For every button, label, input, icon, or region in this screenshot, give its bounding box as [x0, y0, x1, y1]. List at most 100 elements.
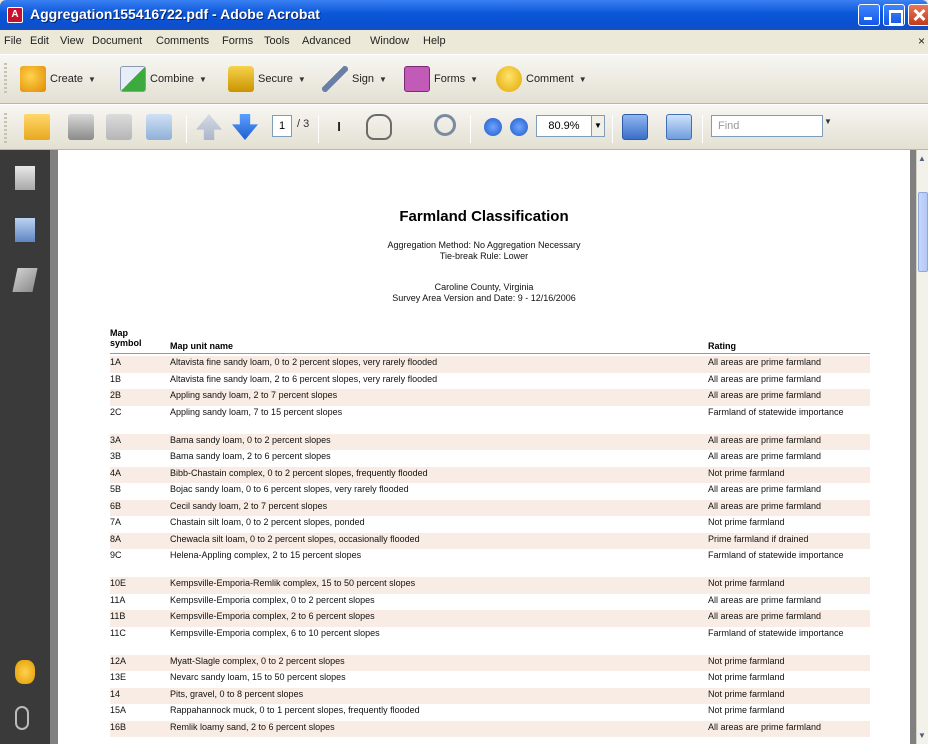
forms-button[interactable]: Forms ▼ [404, 65, 478, 93]
toolbar-grip[interactable] [4, 63, 7, 93]
map-symbol-cell: 12A [110, 655, 127, 666]
rating-cell: Farmland of statewide importance [708, 550, 844, 560]
table-row: 9C Helena-Appling complex, 2 to 15 percen… [110, 549, 870, 577]
zoom-tool-icon[interactable] [434, 114, 456, 136]
map-unit-name-cell: Nevarc sandy loam, 15 to 50 percent slop… [170, 672, 346, 682]
map-symbol-cell: 2B [110, 390, 122, 400]
combine-icon [120, 66, 146, 92]
select-text-icon[interactable]: I [326, 114, 352, 140]
menu-bar: File Edit View Document Comments Forms T… [0, 30, 928, 54]
hand-tool-icon[interactable] [366, 114, 392, 140]
previous-page-icon[interactable] [196, 114, 222, 140]
chevron-down-icon[interactable]: ▼ [591, 115, 605, 137]
pages-icon[interactable] [15, 166, 35, 190]
create-button[interactable]: Create ▼ [20, 65, 96, 93]
menu-advanced[interactable]: Advanced [302, 35, 351, 47]
map-symbol-cell: 15A [110, 705, 127, 715]
zoom-input[interactable]: 80.9% [536, 115, 592, 137]
secure-button[interactable]: Secure ▼ [228, 65, 306, 93]
signatures-icon[interactable] [12, 268, 38, 292]
minimize-button[interactable] [858, 4, 880, 26]
menu-edit[interactable]: Edit [30, 35, 49, 47]
fit-width-icon[interactable] [622, 114, 648, 140]
menu-file[interactable]: File [4, 35, 22, 47]
combine-button[interactable]: Combine ▼ [120, 65, 207, 93]
fit-page-icon[interactable] [666, 114, 692, 140]
navigation-pane [0, 150, 50, 744]
toolbar-separator [702, 115, 703, 143]
soil-table: 1A Altavista fine sandy loam, 0 to 2 perc… [110, 356, 870, 737]
next-page-icon[interactable] [232, 114, 258, 140]
find-input[interactable]: Find [711, 115, 823, 137]
close-button[interactable] [908, 4, 928, 26]
attachment-icon[interactable] [15, 706, 29, 730]
toolbar-separator [186, 115, 187, 143]
rating-cell: All areas are prime farmland [708, 500, 822, 511]
open-folder-icon[interactable] [24, 114, 50, 140]
toolbar-separator [470, 115, 471, 143]
header-map-symbol: Map symbol [110, 328, 142, 348]
chevron-down-icon: ▼ [470, 74, 479, 84]
scroll-thumb[interactable] [918, 192, 928, 272]
zoom-out-icon[interactable] [484, 118, 502, 136]
rating-cell: Prime farmland if drained [708, 533, 809, 544]
map-symbol-cell: 3A [110, 434, 122, 445]
pen-icon [322, 66, 348, 92]
email-icon[interactable] [146, 114, 172, 140]
menu-view[interactable]: View [60, 35, 84, 47]
table-row: 5B Bojac sandy loam, 0 to 6 percent slope… [110, 483, 870, 500]
document-close-icon[interactable]: × [918, 34, 925, 48]
document-area: Farmland Classification Aggregation Meth… [50, 150, 916, 744]
comment-icon [496, 66, 522, 92]
table-row: 16B Remlik loamy sand, 2 to 6 percent slo… [110, 720, 870, 737]
rating-cell: Not prime farmland [708, 467, 785, 478]
chevron-down-icon[interactable]: ▼ [824, 117, 832, 126]
lock-icon [228, 66, 254, 92]
title-bar: A Aggregation155416722.pdf - Adobe Acrob… [0, 0, 928, 30]
rating-cell: Not prime farmland [708, 655, 785, 666]
menu-document[interactable]: Document [92, 35, 142, 47]
map-unit-name-cell: Chastain silt loam, 0 to 2 percent slope… [170, 517, 365, 527]
map-symbol-cell: 8A [110, 533, 122, 544]
sign-button[interactable]: Sign ▼ [322, 65, 387, 93]
vertical-scrollbar[interactable]: ▲ ▼ [916, 150, 928, 744]
map-unit-name-cell: Bojac sandy loam, 0 to 6 percent slopes,… [170, 484, 409, 494]
map-symbol-cell: 9C [110, 550, 122, 560]
toolbar-grip[interactable] [4, 113, 7, 143]
maximize-button[interactable] [883, 4, 905, 26]
map-unit-name-cell: Kempsville-Emporia complex, 0 to 2 perce… [170, 594, 375, 605]
scroll-down-icon[interactable]: ▼ [918, 731, 926, 740]
survey-version: Survey Area Version and Date: 9 - 12/16/… [392, 293, 576, 303]
map-symbol-cell: 4A [110, 467, 122, 478]
map-symbol-cell: 16B [110, 721, 127, 732]
rating-cell: All areas are prime farmland [708, 594, 822, 605]
map-symbol-cell: 5B [110, 484, 122, 494]
table-row: 8A Chewacla silt loam, 0 to 2 percent slo… [110, 532, 870, 549]
print-icon[interactable] [68, 114, 94, 140]
zoom-in-icon[interactable] [510, 118, 528, 136]
map-unit-name-cell: Remlik loamy sand, 2 to 6 percent slopes [170, 721, 335, 732]
menu-forms[interactable]: Forms [222, 35, 253, 47]
rating-cell: All areas are prime farmland [708, 357, 822, 367]
comment-button[interactable]: Comment ▼ [496, 65, 587, 93]
page-number-input[interactable]: 1 [272, 115, 292, 137]
map-unit-name-cell: Pits, gravel, 0 to 8 percent slopes [170, 688, 304, 699]
pdf-page: Farmland Classification Aggregation Meth… [58, 150, 910, 744]
header-map-unit-name: Map unit name [170, 341, 234, 351]
table-row: 3A Bama sandy loam, 0 to 2 percent slopes… [110, 433, 870, 450]
menu-comments[interactable]: Comments [156, 35, 209, 47]
rating-cell: All areas are prime farmland [708, 484, 822, 494]
comments-icon[interactable] [15, 660, 35, 684]
map-symbol-cell: 14 [110, 688, 121, 699]
table-row: 4A Bibb-Chastain complex, 0 to 2 percent … [110, 466, 870, 483]
map-symbol-cell: 1B [110, 373, 122, 384]
map-unit-name-cell: Appling sandy loam, 2 to 7 percent slope… [170, 390, 338, 400]
scroll-up-icon[interactable]: ▲ [918, 154, 926, 163]
menu-help[interactable]: Help [423, 35, 446, 47]
map-symbol-cell: 3B [110, 451, 122, 461]
menu-tools[interactable]: Tools [264, 35, 290, 47]
acrobat-icon: A [7, 7, 23, 23]
bookmarks-icon[interactable] [15, 218, 35, 242]
save-icon[interactable] [106, 114, 132, 140]
menu-window[interactable]: Window [370, 35, 409, 47]
